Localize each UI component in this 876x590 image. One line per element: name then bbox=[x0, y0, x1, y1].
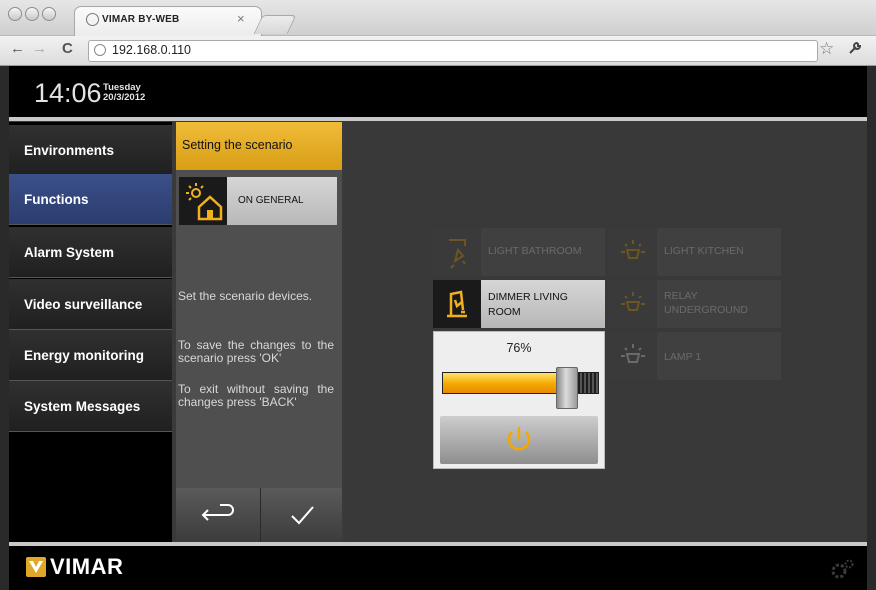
sidebar-item-functions[interactable]: Functions bbox=[9, 174, 172, 225]
dimmer-label: DIMMER LIVING ROOM bbox=[488, 291, 568, 318]
clock-date: 20/3/2012 bbox=[103, 92, 146, 103]
minimize-window-button[interactable] bbox=[25, 7, 39, 21]
app-footer bbox=[9, 542, 867, 590]
return-arrow-icon bbox=[201, 504, 234, 521]
device-label: LIGHT KITCHEN bbox=[664, 245, 744, 257]
sidebar-item-video-surveillance[interactable]: Video surveillance bbox=[9, 279, 172, 330]
light-bathroom-icon bbox=[433, 228, 481, 276]
devices-area bbox=[346, 122, 867, 542]
tab-close-icon[interactable]: × bbox=[237, 11, 245, 26]
device-label: RELAY UNDERGROUND bbox=[664, 290, 748, 316]
info-text-set: Set the scenario devices. bbox=[178, 289, 313, 303]
reload-icon[interactable]: C bbox=[62, 40, 73, 57]
power-icon bbox=[507, 427, 531, 451]
power-button[interactable] bbox=[440, 416, 598, 464]
zoom-window-button[interactable] bbox=[42, 7, 56, 21]
bulb-icon bbox=[609, 332, 657, 380]
clock-time: 14:06 bbox=[34, 78, 102, 108]
bulb-icon bbox=[609, 228, 657, 276]
address-bar[interactable] bbox=[88, 40, 818, 62]
ok-button[interactable] bbox=[262, 488, 342, 542]
globe-icon bbox=[86, 13, 99, 26]
scenario-home-icon bbox=[179, 177, 227, 225]
dimmer-slider-fill bbox=[443, 373, 558, 393]
page-info-icon[interactable] bbox=[94, 44, 106, 56]
scenario-title: Setting the scenario bbox=[182, 138, 293, 152]
sidebar-item-alarm-system[interactable]: Alarm System bbox=[9, 227, 172, 278]
dimmer-percent: 76% bbox=[506, 341, 532, 355]
sidebar-item-system-messages[interactable]: System Messages bbox=[9, 381, 172, 432]
sidebar-item-environments[interactable]: Environments bbox=[9, 125, 172, 176]
device-label: LAMP 1 bbox=[664, 351, 702, 363]
on-general-label: ON GENERAL bbox=[238, 195, 304, 206]
forward-arrow-icon[interactable]: → bbox=[32, 40, 47, 57]
vimar-logo-icon bbox=[26, 557, 46, 577]
back-button[interactable] bbox=[176, 488, 261, 542]
close-window-button[interactable] bbox=[8, 7, 22, 21]
sidebar-item-energy-monitoring[interactable]: Energy monitoring bbox=[9, 330, 172, 381]
tab-title: VIMAR BY-WEB bbox=[102, 14, 180, 25]
wrench-icon[interactable] bbox=[847, 40, 863, 60]
dimmer-slider-handle[interactable] bbox=[556, 367, 578, 409]
brand-name: VIMAR bbox=[50, 554, 124, 579]
device-label: LIGHT BATHROOM bbox=[488, 245, 582, 257]
gear-icon[interactable] bbox=[829, 558, 855, 586]
address-text[interactable]: 192.168.0.110 bbox=[112, 43, 191, 57]
checkmark-icon bbox=[291, 506, 314, 525]
info-text-save: To save the changes to the scenario pres… bbox=[178, 338, 334, 365]
bookmark-star-icon[interactable]: ☆ bbox=[819, 39, 834, 59]
dimmer-icon bbox=[433, 280, 481, 328]
info-text-exit: To exit without saving the changes press… bbox=[178, 382, 334, 409]
back-arrow-icon[interactable]: ← bbox=[10, 40, 25, 57]
bulb-icon bbox=[609, 280, 657, 328]
